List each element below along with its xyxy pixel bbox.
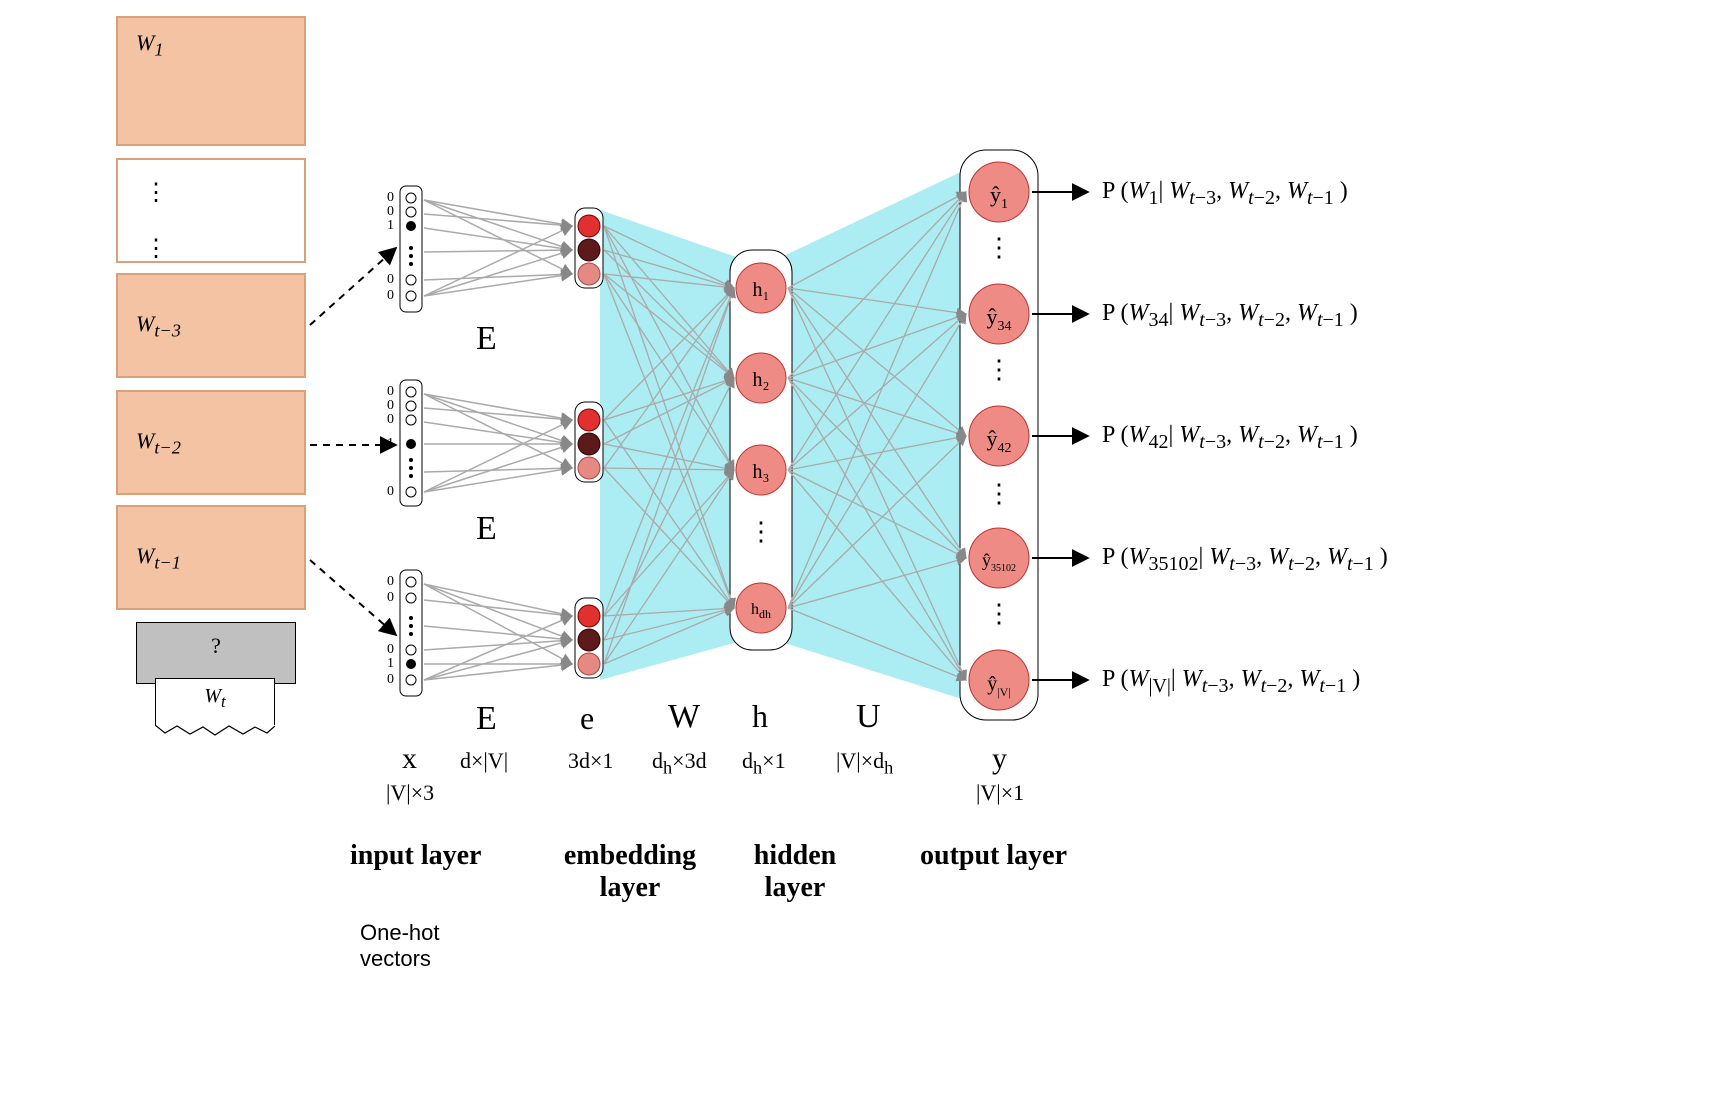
matrix-E-2: E bbox=[476, 510, 497, 548]
onehot-digit: 0 bbox=[380, 672, 394, 688]
matrix-E-1: E bbox=[476, 320, 497, 358]
layer-embedding-label: embeddinglayer bbox=[530, 840, 730, 904]
svg-text:⋮: ⋮ bbox=[986, 233, 1012, 262]
svg-text:ŷ42: ŷ42 bbox=[987, 426, 1012, 456]
prob-34: P (W34| Wt−3, Wt−2, Wt−1 ) bbox=[1102, 300, 1358, 332]
word-box-wt: Wt bbox=[155, 678, 275, 725]
vector-y: y bbox=[992, 742, 1007, 776]
onehot-note: One-hotvectors bbox=[360, 920, 440, 972]
svg-text:ŷ34: ŷ34 bbox=[987, 304, 1012, 334]
word-box-ellipsis: ⋮⋮ bbox=[116, 158, 306, 263]
dim-U: |V|×dh bbox=[836, 748, 893, 778]
question-mark: ? bbox=[211, 633, 221, 658]
output-nodes: ŷ1 ⋮ ŷ34 ⋮ ŷ42 ⋮ ŷ35102 ⋮ ŷ|V| bbox=[969, 162, 1029, 710]
layer-input-label: input layer bbox=[350, 840, 481, 872]
vector-h: h bbox=[752, 698, 768, 735]
dim-y: |V|×1 bbox=[976, 780, 1024, 806]
svg-text:ŷ|V|: ŷ|V| bbox=[987, 673, 1010, 699]
matrix-W: W bbox=[668, 698, 700, 736]
onehot-digit: 0 bbox=[380, 484, 394, 500]
onehot-digit: 0 bbox=[380, 590, 394, 606]
svg-text:⋮: ⋮ bbox=[986, 355, 1012, 384]
word-box-w1: W1 bbox=[116, 16, 306, 146]
prob-42: P (W42| Wt−3, Wt−2, Wt−1 ) bbox=[1102, 422, 1358, 454]
word-label: Wt−2 bbox=[136, 428, 181, 453]
dim-dV: d×|V| bbox=[460, 748, 508, 774]
layer-output-label: output layer bbox=[920, 840, 1067, 872]
svg-text:ŷ1: ŷ1 bbox=[990, 182, 1008, 212]
prediction-slot: ? bbox=[136, 622, 296, 684]
layer-hidden-label: hiddenlayer bbox=[710, 840, 880, 904]
svg-text:h₃: h₃ bbox=[753, 461, 770, 483]
onehot-digit: 0 bbox=[380, 288, 394, 304]
dim-e: 3d×1 bbox=[568, 748, 613, 774]
vector-e: e bbox=[580, 700, 594, 737]
prob-35102: P (W35102| Wt−3, Wt−2, Wt−1 ) bbox=[1102, 544, 1388, 576]
vector-x: x bbox=[402, 742, 417, 776]
svg-text:⋮: ⋮ bbox=[986, 479, 1012, 508]
word-label: W1 bbox=[136, 30, 164, 55]
onehot-group bbox=[400, 186, 422, 696]
onehot-digit: 1 bbox=[380, 656, 394, 672]
word-box-wt2: Wt−2 bbox=[116, 390, 306, 495]
svg-text:hdh: hdh bbox=[751, 601, 771, 621]
svg-text:h₂: h₂ bbox=[753, 369, 770, 391]
prob-V: P (W|V|| Wt−3, Wt−2, Wt−1 ) bbox=[1102, 666, 1360, 698]
svg-text:⋮: ⋮ bbox=[986, 599, 1012, 628]
dim-x: |V|×3 bbox=[386, 780, 434, 806]
dim-h: dh×1 bbox=[742, 748, 786, 778]
onehot-digit: 1 bbox=[380, 218, 394, 234]
dim-W: dh×3d bbox=[652, 748, 707, 778]
word-label: Wt bbox=[204, 685, 225, 707]
word-box-wt1: Wt−1 bbox=[116, 505, 306, 610]
word-label: Wt−3 bbox=[136, 311, 181, 336]
prob-1: P (W1| Wt−3, Wt−2, Wt−1 ) bbox=[1102, 178, 1348, 210]
onehot-digit: 0 bbox=[380, 412, 394, 428]
word-box-wt3: Wt−3 bbox=[116, 273, 306, 378]
torn-edge-icon bbox=[155, 723, 275, 737]
matrix-E-3: E bbox=[476, 700, 497, 738]
onehot-digit: 0 bbox=[380, 574, 394, 590]
onehot-digit: 0 bbox=[380, 272, 394, 288]
matrix-U: U bbox=[856, 698, 881, 736]
embedding-group bbox=[575, 208, 603, 678]
svg-text:ŷ35102: ŷ35102 bbox=[982, 550, 1016, 574]
hidden-nodes: h₁ h₂ h₃ ⋮ hdh bbox=[736, 263, 786, 633]
svg-text:h₁: h₁ bbox=[753, 279, 770, 301]
svg-text:⋮: ⋮ bbox=[748, 517, 774, 546]
onehot-digit: 1 bbox=[380, 436, 394, 452]
word-label: Wt−1 bbox=[136, 543, 181, 568]
